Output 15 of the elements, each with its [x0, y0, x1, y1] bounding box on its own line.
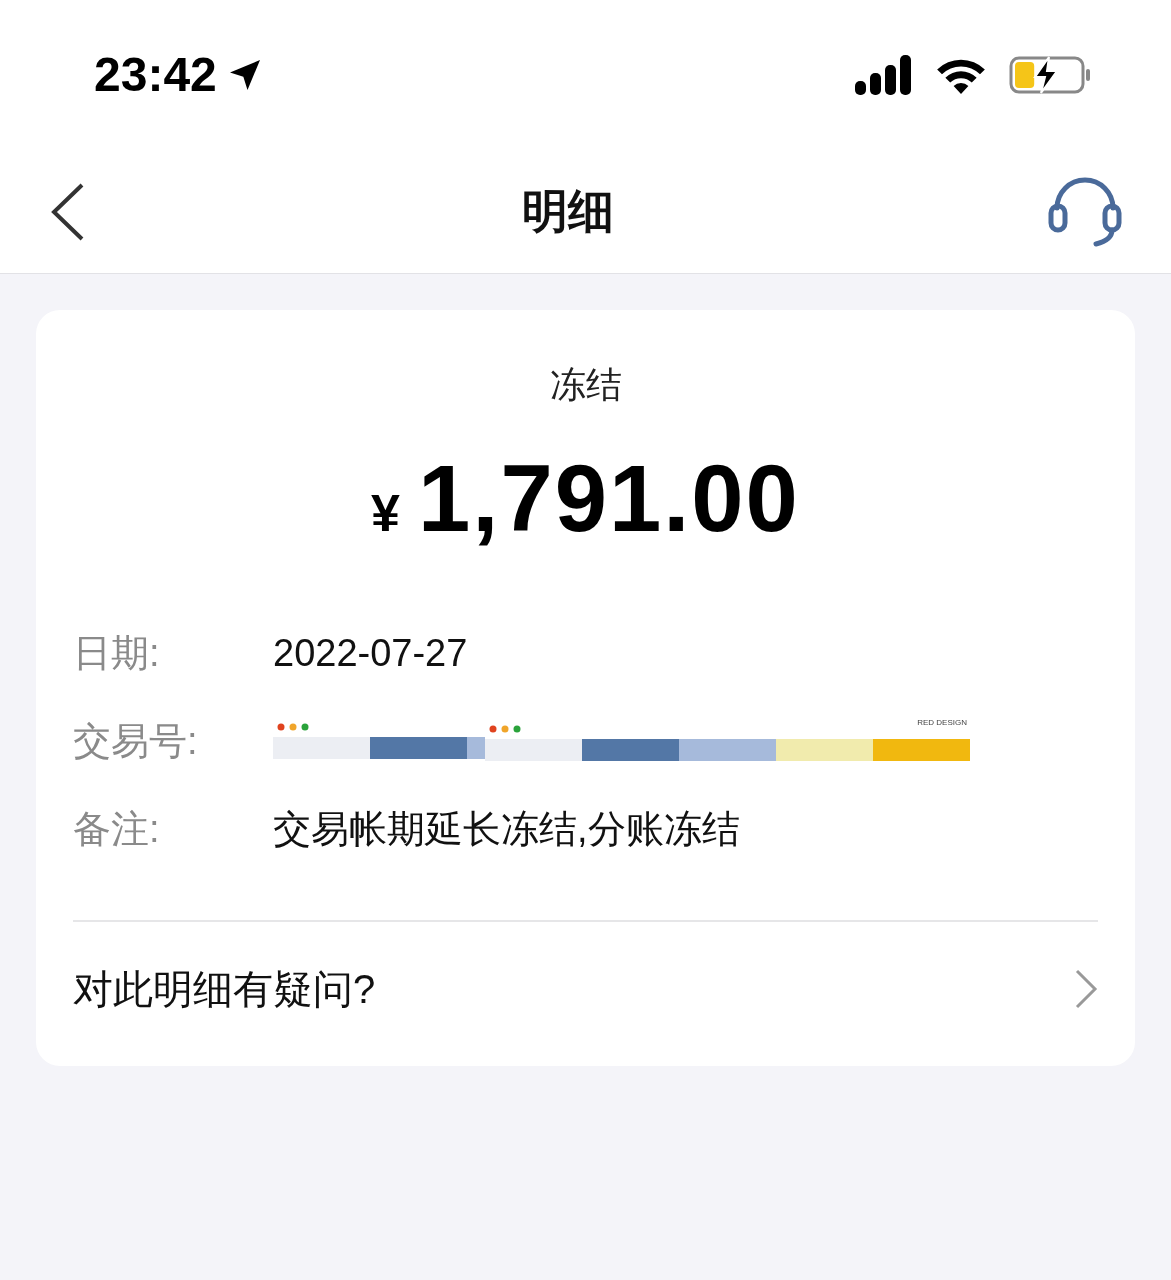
help-link[interactable]: 对此明细有疑问? — [73, 959, 376, 1019]
field-value: 交易帐期延长冻结,分账冻结 — [273, 806, 740, 852]
status-time: 23:42 — [94, 47, 217, 103]
amount: 1,791.00 — [418, 452, 800, 546]
redaction-label: RED DESIGN — [917, 719, 967, 727]
currency-symbol: ¥ — [371, 483, 400, 544]
field-label: 日期: — [73, 630, 161, 676]
field-label: 备注: — [73, 806, 161, 852]
signal-icon — [855, 55, 913, 95]
page-title: 明细 — [521, 184, 614, 239]
field-label: 交易号: — [73, 718, 199, 764]
battery-icon — [1009, 55, 1091, 95]
status-label: 冻结 — [549, 363, 622, 407]
chevron-right-icon — [1074, 969, 1098, 1009]
field-value: 2022-07-27 — [273, 630, 468, 676]
